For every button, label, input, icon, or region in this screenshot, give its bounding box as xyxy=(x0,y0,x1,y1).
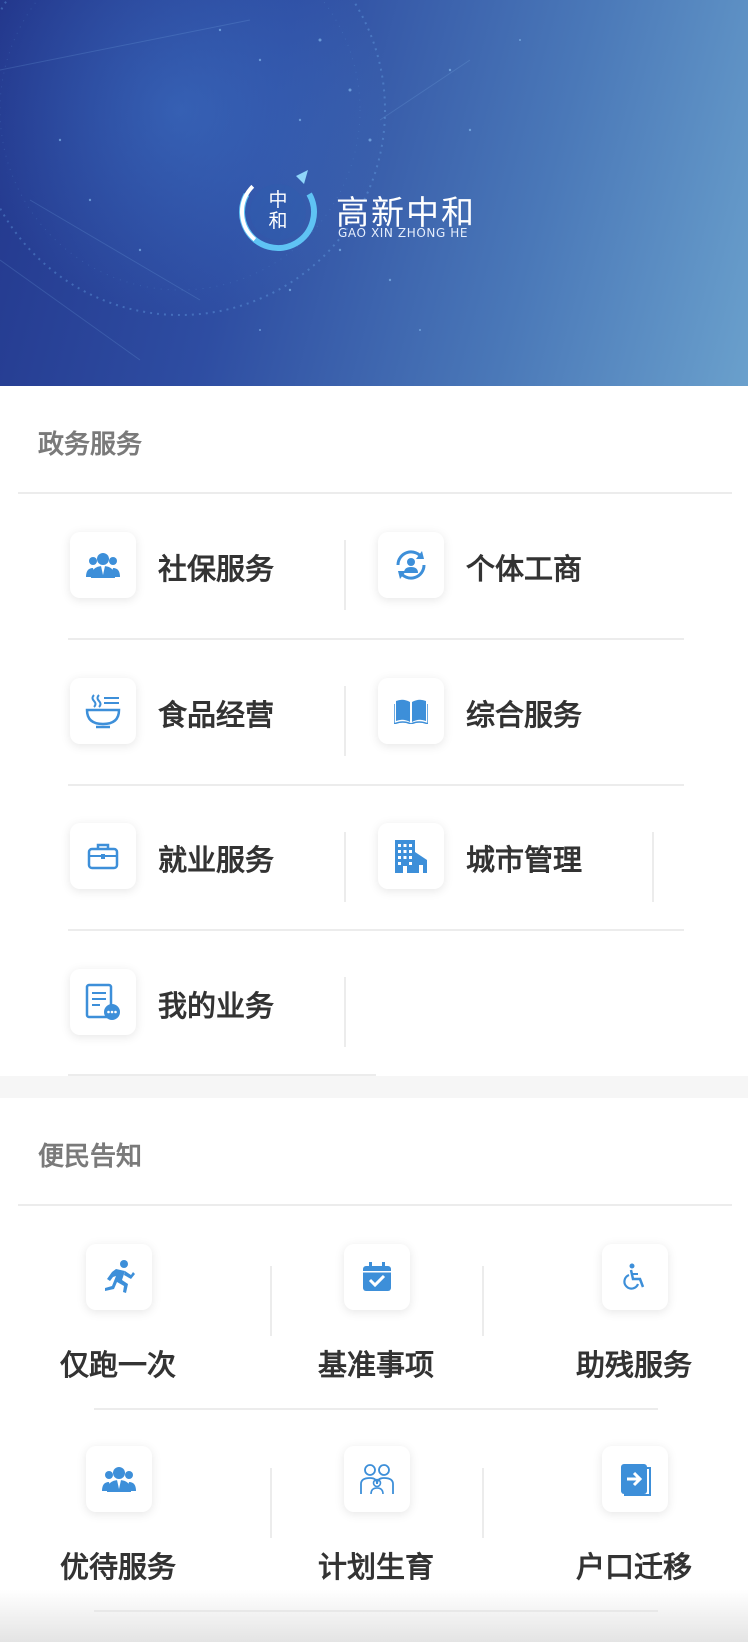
users-icon xyxy=(86,1446,152,1512)
gov-item-label: 食品经营 xyxy=(158,698,275,732)
notice-item-run-once[interactable]: 仅跑一次 xyxy=(38,1244,198,1394)
gov-item-label: 社保服务 xyxy=(158,552,275,586)
notice-item-label: 户口迁移 xyxy=(575,1550,692,1584)
user-cycle-icon xyxy=(378,532,444,598)
wheelchair-icon xyxy=(602,1244,668,1310)
section-gap xyxy=(0,1076,748,1098)
notice-item-label: 优待服务 xyxy=(59,1550,176,1584)
gov-item-label: 城市管理 xyxy=(466,843,583,877)
notice-item-benchmark-matters[interactable]: 基准事项 xyxy=(296,1244,456,1394)
divider xyxy=(68,784,684,786)
gov-item-label: 就业服务 xyxy=(158,843,275,877)
notice-item-disability-service[interactable]: 助残服务 xyxy=(554,1244,714,1394)
divider xyxy=(482,1266,484,1336)
users-icon xyxy=(70,532,136,598)
notice-item-household-migration[interactable]: 户口迁移 xyxy=(554,1446,714,1596)
divider xyxy=(68,929,684,931)
gov-item-individual-business[interactable]: 个体工商 xyxy=(378,524,668,604)
divider xyxy=(344,832,346,902)
gov-item-food-business[interactable]: 食品经营 xyxy=(70,670,360,750)
gov-item-city-management[interactable]: 城市管理 xyxy=(378,815,668,895)
gov-item-social-security[interactable]: 社保服务 xyxy=(70,524,360,604)
divider xyxy=(68,638,684,640)
gov-item-label: 个体工商 xyxy=(466,552,583,586)
emblem-text: 中和 xyxy=(268,189,288,232)
bowl-icon xyxy=(70,678,136,744)
divider xyxy=(18,492,732,494)
book-icon xyxy=(378,678,444,744)
gov-item-label: 综合服务 xyxy=(466,698,583,732)
notice-item-preferential-service[interactable]: 优待服务 xyxy=(38,1446,198,1596)
divider xyxy=(18,1204,732,1206)
building-icon xyxy=(378,823,444,889)
document-icon xyxy=(70,969,136,1035)
migrate-icon xyxy=(602,1446,668,1512)
notice-item-family-planning[interactable]: 计划生育 xyxy=(296,1446,456,1596)
divider xyxy=(652,832,654,902)
gov-item-comprehensive-service[interactable]: 综合服务 xyxy=(378,670,668,750)
brand-name-pinyin: GAO XIN ZHONG HE xyxy=(338,226,469,240)
divider xyxy=(270,1266,272,1336)
running-icon xyxy=(86,1244,152,1310)
gov-item-employment-service[interactable]: 就业服务 xyxy=(70,815,360,895)
divider xyxy=(94,1408,658,1410)
gov-item-my-business[interactable]: 我的业务 xyxy=(70,961,360,1041)
section-title-notices: 便民告知 xyxy=(38,1142,143,1172)
header-banner: 中和 高新中和 GAO XIN ZHONG HE xyxy=(0,0,748,386)
notice-item-label: 仅跑一次 xyxy=(59,1348,176,1382)
divider xyxy=(344,540,346,610)
brand-logo: 中和 高新中和 GAO XIN ZHONG HE xyxy=(234,168,494,252)
notice-item-label: 助残服务 xyxy=(575,1348,692,1382)
briefcase-icon xyxy=(70,823,136,889)
notice-item-label: 计划生育 xyxy=(317,1550,434,1584)
bottom-shadow xyxy=(0,1590,748,1642)
divider xyxy=(344,686,346,756)
divider xyxy=(344,977,346,1047)
calendar-check-icon xyxy=(344,1244,410,1310)
family-icon xyxy=(344,1446,410,1512)
divider xyxy=(270,1468,272,1538)
notice-item-label: 基准事项 xyxy=(317,1348,434,1382)
divider xyxy=(482,1468,484,1538)
section-title-gov-services: 政务服务 xyxy=(38,430,143,460)
gov-item-label: 我的业务 xyxy=(158,989,275,1023)
